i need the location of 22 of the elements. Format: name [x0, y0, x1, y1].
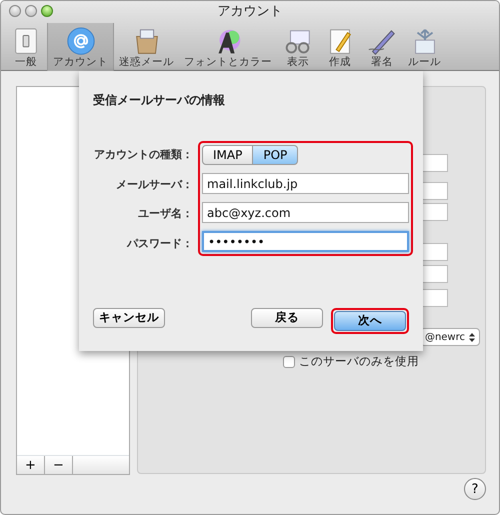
toolbar-tab[interactable]: アカウント [47, 23, 114, 71]
password-field[interactable]: •••••••• [202, 231, 409, 252]
checkbox-label: このサーバのみを使用 [299, 353, 419, 370]
window-title: アカウント [218, 3, 282, 22]
toolbar-tab[interactable]: フォントとカラー [179, 23, 277, 71]
toolbar-tab[interactable]: 作成 [319, 23, 361, 71]
back-button[interactable]: 戻る [251, 308, 323, 328]
help-button[interactable]: ? [464, 478, 486, 500]
field-label: ユーザ名： [137, 206, 193, 222]
text-field[interactable]: abc@xyz.com [202, 202, 409, 223]
toolbar-tab[interactable]: 迷惑メール [114, 23, 179, 71]
toolbar-tab[interactable]: ルール [403, 23, 446, 71]
next-button[interactable]: 次へ [334, 311, 406, 331]
toolbar-tab[interactable]: 一般 [5, 23, 47, 71]
toolbar-tab[interactable]: 署名 [361, 23, 403, 71]
segment-button[interactable]: POP [253, 145, 298, 165]
segment-button[interactable]: IMAP [202, 145, 254, 165]
add-button[interactable]: + [17, 456, 45, 474]
toolbar-tab[interactable]: 表示 [277, 23, 319, 71]
text-field[interactable]: mail.linkclub.jp [202, 173, 409, 194]
remove-button[interactable]: − [45, 456, 73, 474]
cancel-button[interactable]: キャンセル [93, 308, 165, 328]
